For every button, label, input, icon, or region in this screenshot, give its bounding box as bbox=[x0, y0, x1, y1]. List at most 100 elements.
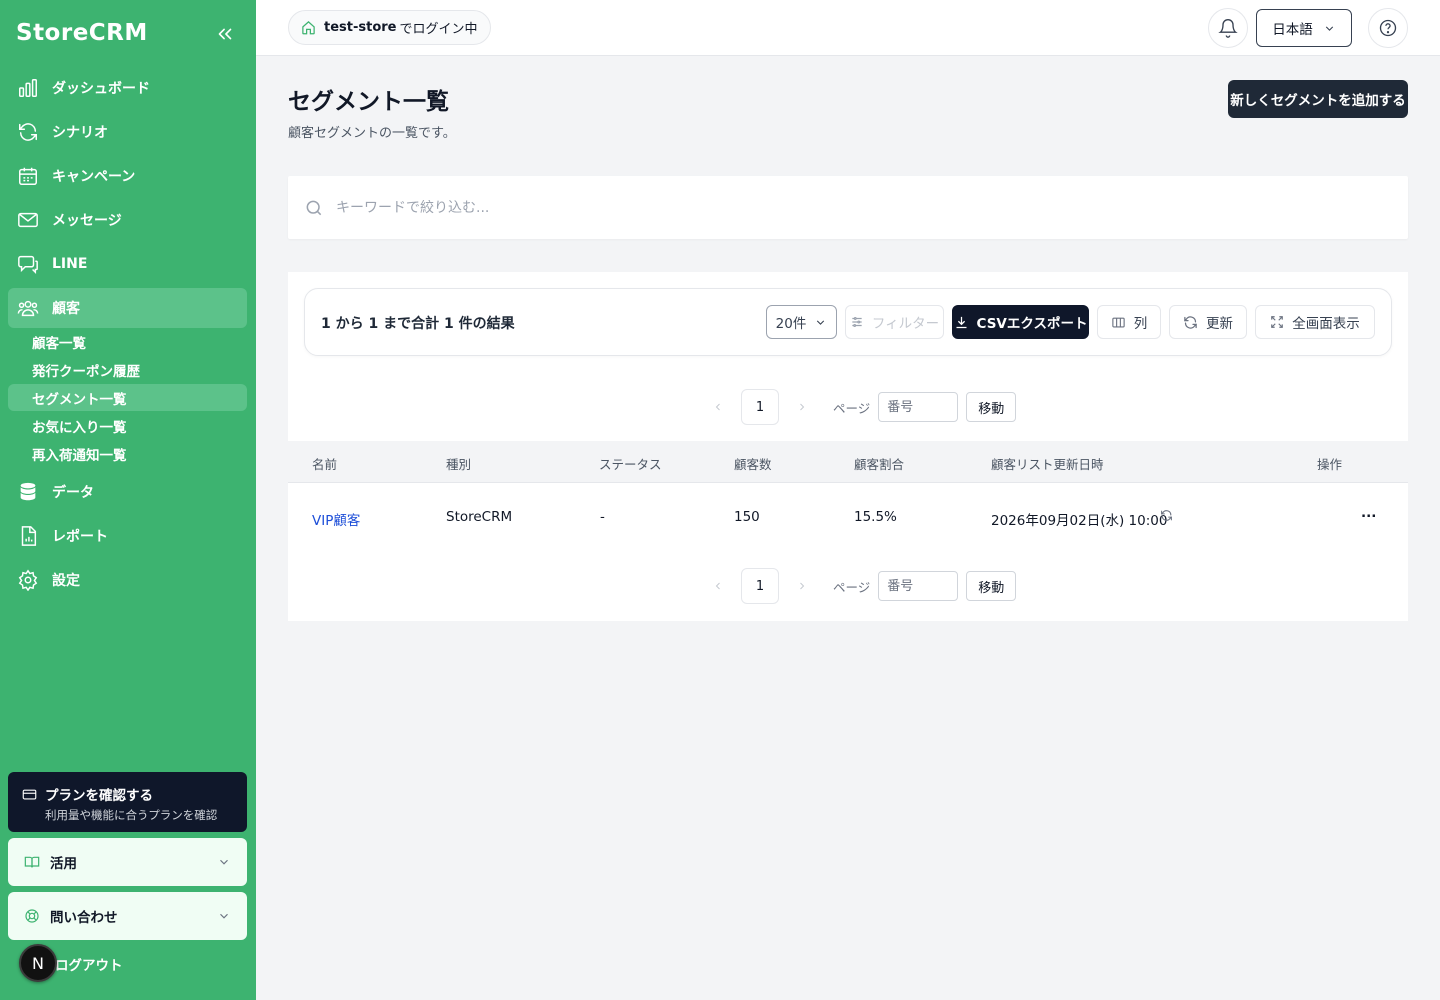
accordion-label: 問い合わせ bbox=[50, 910, 118, 926]
sliders-icon bbox=[852, 317, 862, 327]
bar-chart-icon bbox=[16, 76, 40, 100]
credit-card-icon bbox=[22, 789, 37, 799]
chevron-down-icon bbox=[817, 319, 825, 325]
segment-status: - bbox=[600, 509, 605, 525]
prev-page-icon[interactable] bbox=[701, 401, 735, 413]
sidebar-subitem-segment-list[interactable]: セグメント一覧 bbox=[8, 384, 247, 411]
page-number[interactable]: 1 bbox=[741, 568, 779, 604]
pagination-bottom: 1 ページ 移動 bbox=[701, 567, 1017, 605]
collapse-sidebar-icon[interactable] bbox=[214, 23, 236, 45]
home-icon bbox=[302, 21, 315, 35]
users-icon bbox=[16, 296, 40, 320]
sidebar-subitem-coupon-history[interactable]: 発行クーポン履歴 bbox=[8, 356, 247, 383]
plan-card[interactable]: プランを確認する 利用量や機能に合うプランを確認 bbox=[8, 772, 247, 832]
avatar[interactable]: N bbox=[19, 944, 57, 982]
column-header-type[interactable]: 種別 bbox=[446, 454, 471, 473]
sidebar-item-scenario[interactable]: シナリオ bbox=[8, 112, 247, 152]
table-row: VIP顧客 StoreCRM - 150 15.5% 2026年09月02日(水… bbox=[288, 483, 1408, 553]
file-chart-icon bbox=[16, 524, 40, 548]
language-select[interactable]: 日本語 bbox=[1256, 9, 1352, 47]
fullscreen-icon bbox=[1271, 316, 1284, 328]
page-go-button[interactable]: 移動 bbox=[966, 571, 1017, 601]
refresh-button[interactable]: 更新 bbox=[1169, 305, 1247, 339]
page-go-button[interactable]: 移動 bbox=[966, 392, 1017, 422]
sidebar-item-data[interactable]: データ bbox=[8, 472, 247, 512]
column-header-status[interactable]: ステータス bbox=[599, 454, 662, 473]
sidebar-item-label: 設定 bbox=[52, 573, 80, 589]
column-header-actions: 操作 bbox=[1317, 457, 1343, 472]
result-count: 1 から 1 まで合計 1 件の結果 bbox=[321, 316, 515, 332]
sidebar-subitem-restock[interactable]: 再入荷通知一覧 bbox=[8, 440, 247, 467]
download-icon bbox=[956, 316, 967, 328]
per-page-select[interactable]: 20件 bbox=[766, 305, 837, 339]
sidebar-item-campaign[interactable]: キャンペーン bbox=[8, 156, 247, 196]
columns-button[interactable]: 列 bbox=[1097, 305, 1161, 339]
sidebar-item-label: レポート bbox=[52, 529, 108, 545]
sidebar-item-label: メッセージ bbox=[52, 213, 122, 229]
help-icon bbox=[1379, 19, 1397, 37]
prev-page-icon[interactable] bbox=[701, 580, 735, 592]
sidebar-item-label: ダッシュボード bbox=[52, 81, 150, 97]
page-jump-input[interactable] bbox=[878, 571, 959, 601]
page-number[interactable]: 1 bbox=[741, 389, 779, 425]
brand-logo[interactable]: StoreCRM bbox=[16, 20, 148, 46]
column-header-ratio[interactable]: 顧客割合 bbox=[854, 454, 904, 473]
row-actions-menu[interactable]: ... bbox=[1361, 505, 1376, 521]
column-header-name[interactable]: 名前 bbox=[312, 454, 337, 473]
gear-icon bbox=[16, 568, 40, 592]
segment-name-link[interactable]: VIP顧客 bbox=[312, 509, 360, 529]
fullscreen-label: 全画面表示 bbox=[1292, 316, 1360, 332]
help-button[interactable] bbox=[1368, 8, 1408, 48]
sidebar-item-report[interactable]: レポート bbox=[8, 516, 247, 556]
sidebar-item-line[interactable]: LINE bbox=[8, 244, 247, 284]
page-title: セグメント一覧 bbox=[288, 89, 449, 115]
sidebar-item-label: 顧客 bbox=[52, 301, 80, 317]
filter-button[interactable]: フィルター bbox=[845, 305, 944, 339]
logout-label[interactable]: ログアウト bbox=[55, 954, 123, 974]
mail-icon bbox=[16, 208, 40, 232]
csv-export-button[interactable]: CSVエクスポート bbox=[952, 305, 1089, 339]
column-header-count[interactable]: 顧客数 bbox=[734, 454, 772, 473]
search-input[interactable] bbox=[336, 199, 1236, 216]
refresh-icon bbox=[1184, 315, 1197, 329]
sidebar-item-dashboard[interactable]: ダッシュボード bbox=[8, 68, 247, 108]
language-label: 日本語 bbox=[1272, 22, 1313, 38]
table-toolbar: 1 から 1 まで合計 1 件の結果 20件 フィルター CSVエクスポート 列… bbox=[304, 288, 1392, 356]
sidebar-subitem-favorites[interactable]: お気に入り一覧 bbox=[8, 412, 247, 439]
sidebar: StoreCRM ダッシュボード シナリオ キャンペーン メッセージ LINE … bbox=[0, 0, 256, 1000]
columns-label: 列 bbox=[1133, 316, 1148, 332]
columns-icon bbox=[1112, 317, 1125, 327]
lifebuoy-icon bbox=[25, 909, 39, 923]
top-header: test-store でログイン中 日本語 bbox=[256, 0, 1440, 56]
store-login-status: でログイン中 bbox=[399, 22, 478, 37]
sidebar-subitem-customer-list[interactable]: 顧客一覧 bbox=[8, 328, 247, 355]
sidebar-item-message[interactable]: メッセージ bbox=[8, 200, 247, 240]
next-page-icon[interactable] bbox=[785, 580, 819, 592]
chevron-down-icon bbox=[220, 859, 228, 865]
page-label: ページ bbox=[833, 579, 871, 595]
sidebar-item-customers[interactable]: 顧客 bbox=[8, 288, 247, 328]
search-icon bbox=[306, 200, 322, 215]
segment-count: 150 bbox=[734, 509, 760, 525]
accordion-contact[interactable]: 問い合わせ bbox=[8, 892, 247, 940]
refresh-list-icon[interactable] bbox=[1160, 509, 1173, 526]
segment-table-panel: 1 から 1 まで合計 1 件の結果 20件 フィルター CSVエクスポート 列… bbox=[288, 272, 1408, 621]
book-icon bbox=[24, 856, 40, 868]
refresh-icon bbox=[16, 120, 40, 144]
sidebar-item-settings[interactable]: 設定 bbox=[8, 560, 247, 600]
per-page-label: 20件 bbox=[775, 316, 807, 332]
accordion-usage[interactable]: 活用 bbox=[8, 838, 247, 886]
table-header: 名前 種別 ステータス 顧客数 顧客割合 顧客リスト更新日時 操作 bbox=[288, 441, 1408, 483]
page-jump-input[interactable] bbox=[878, 392, 959, 422]
chevron-down-icon bbox=[1325, 25, 1333, 31]
accordion-label: 活用 bbox=[50, 856, 77, 872]
csv-export-label: CSVエクスポート bbox=[976, 316, 1088, 332]
next-page-icon[interactable] bbox=[785, 401, 819, 413]
notifications-button[interactable] bbox=[1208, 8, 1248, 48]
add-segment-button[interactable]: 新しくセグメントを追加する bbox=[1228, 80, 1408, 118]
store-indicator[interactable]: test-store でログイン中 bbox=[288, 10, 491, 45]
fullscreen-button[interactable]: 全画面表示 bbox=[1255, 305, 1375, 339]
sidebar-item-label: キャンペーン bbox=[52, 169, 136, 185]
segment-type: StoreCRM bbox=[446, 509, 513, 525]
column-header-updated[interactable]: 顧客リスト更新日時 bbox=[991, 454, 1104, 473]
